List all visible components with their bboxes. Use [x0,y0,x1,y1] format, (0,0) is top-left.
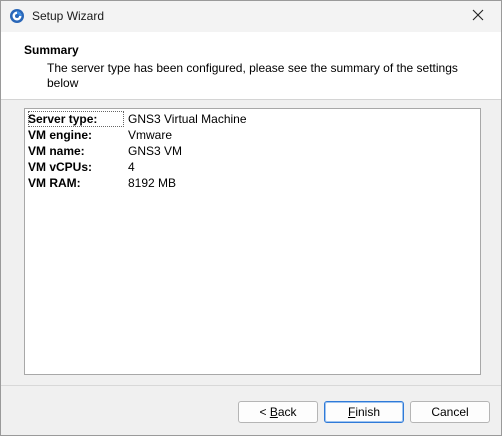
setup-wizard-window: Setup Wizard Summary The server type has… [0,0,502,436]
summary-value: 4 [128,160,135,174]
summary-key: VM name: [28,144,85,158]
summary-row[interactable]: VM vCPUs: 4 [28,159,468,175]
finish-label-rest: inish [355,405,381,419]
summary-value: 8192 MB [128,176,177,190]
page-subtitle: The server type has been configured, ple… [47,61,458,90]
window-title: Setup Wizard [32,9,105,23]
back-label-prefix: < [259,405,270,419]
summary-value: GNS3 VM [128,144,183,158]
cancel-button[interactable]: Cancel [410,401,490,423]
summary-key: Server type: [28,111,124,127]
back-label-rest: ack [277,405,297,419]
close-button[interactable] [455,1,501,32]
summary-key: VM RAM: [28,176,81,190]
wizard-header: Summary The server type has been configu… [1,32,501,100]
back-label-mnemonic: B [269,405,278,419]
summary-value: Vmware [128,128,173,142]
summary-row[interactable]: VM engine: Vmware [28,127,468,143]
gns3-logo-icon [9,8,25,24]
summary-key: VM engine: [28,128,93,142]
title-bar[interactable]: Setup Wizard [1,1,501,32]
summary-row[interactable]: VM RAM: 8192 MB [28,175,468,191]
back-button[interactable]: < Back [238,401,318,423]
close-icon [472,9,484,24]
summary-value: GNS3 Virtual Machine [128,112,247,126]
footer-divider [1,385,501,386]
page-title: Summary [24,43,79,57]
summary-key: VM vCPUs: [28,160,93,174]
summary-list[interactable]: Server type: GNS3 Virtual Machine VM eng… [24,108,481,375]
summary-row[interactable]: VM name: GNS3 VM [28,143,468,159]
summary-row[interactable]: Server type: GNS3 Virtual Machine [28,111,468,127]
finish-label-mnemonic: F [347,405,356,419]
finish-button[interactable]: Finish [324,401,404,423]
